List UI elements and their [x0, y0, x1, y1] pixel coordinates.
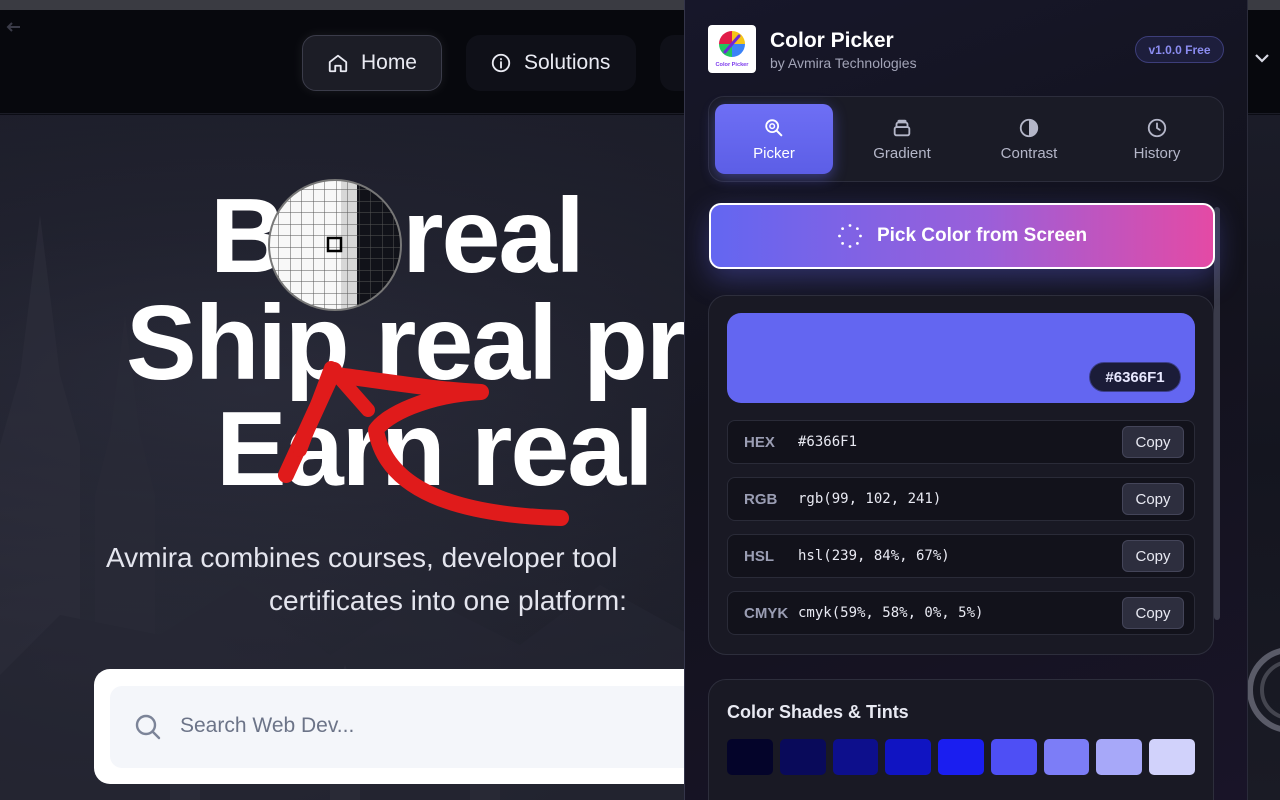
tab-history-label: History: [1133, 144, 1181, 162]
hero-subtitle-line-2: certificates into one platform:: [269, 585, 627, 616]
hex-label: HEX: [744, 433, 775, 451]
copy-hex-button[interactable]: Copy: [1122, 426, 1184, 458]
contrast-icon: [1019, 118, 1039, 137]
version-badge: v1.0.0 Free: [1135, 36, 1224, 63]
shade-swatch[interactable]: [727, 739, 773, 775]
rgb-label: RGB: [744, 490, 778, 508]
decorative-ring: [1247, 648, 1280, 732]
search-placeholder: Search Web Dev...: [180, 714, 355, 737]
shade-swatch[interactable]: [1043, 739, 1090, 775]
tab-history[interactable]: History: [1098, 104, 1216, 174]
shade-swatch[interactable]: [885, 739, 932, 775]
app-subtitle: by Avmira Technologies: [770, 55, 917, 71]
hsl-label: HSL: [744, 547, 774, 565]
hex-value: #6366F1: [798, 434, 858, 450]
hsl-value-row: HSL hsl(239, 84%, 67%) Copy: [727, 534, 1195, 578]
magnifier-loupe: [268, 179, 402, 311]
history-icon: [1147, 118, 1167, 137]
shade-swatch[interactable]: [1149, 739, 1196, 775]
nav-solutions-button[interactable]: Solutions: [466, 35, 636, 91]
nav-home-button[interactable]: Home: [302, 35, 442, 91]
loading-spinner-icon: [838, 224, 862, 248]
shade-swatch[interactable]: [779, 739, 826, 775]
search-icon: [135, 714, 161, 740]
tab-bar: Picker Gradient Contrast History: [708, 96, 1224, 182]
gradient-icon: [893, 119, 911, 136]
tab-contrast-label: Contrast: [1000, 144, 1058, 162]
picker-icon: [765, 118, 783, 136]
chevron-down-icon[interactable]: [1254, 52, 1270, 64]
hex-value-row: HEX #6366F1 Copy: [727, 420, 1195, 464]
tab-picker-label: Picker: [753, 144, 795, 162]
rgb-value: rgb(99, 102, 241): [798, 491, 942, 507]
copy-hsl-button[interactable]: Copy: [1122, 540, 1184, 572]
pick-color-button[interactable]: Pick Color from Screen: [709, 203, 1215, 269]
nav-solutions-label: Solutions: [524, 51, 611, 74]
back-arrow-icon[interactable]: [6, 22, 20, 32]
shade-swatch[interactable]: [832, 739, 879, 775]
hero-subtitle-line-1: Avmira combines courses, developer tool: [106, 542, 618, 573]
home-icon: [328, 54, 348, 73]
scrollbar[interactable]: [1214, 207, 1220, 620]
tab-gradient-label: Gradient: [873, 144, 931, 162]
shade-swatch[interactable]: [938, 739, 984, 775]
nav-home-label: Home: [360, 51, 417, 74]
app-logo: Color Picker: [708, 25, 756, 73]
info-icon: [491, 53, 511, 73]
logo-text: Color Picker: [716, 62, 750, 68]
cmyk-label: CMYK: [744, 604, 789, 622]
palette-icon: Color Picker: [716, 31, 750, 68]
pick-color-label: Pick Color from Screen: [876, 225, 1088, 246]
copy-rgb-button[interactable]: Copy: [1122, 483, 1184, 515]
tab-picker[interactable]: Picker: [715, 104, 833, 174]
rgb-value-row: RGB rgb(99, 102, 241) Copy: [727, 477, 1195, 521]
shades-strip: [727, 739, 1196, 775]
shade-swatch[interactable]: [1096, 739, 1143, 775]
red-arrow-annotation: [278, 361, 569, 526]
tab-contrast[interactable]: Contrast: [970, 104, 1088, 174]
cmyk-value-row: CMYK cmyk(59%, 58%, 0%, 5%) Copy: [727, 591, 1195, 635]
shade-swatch[interactable]: [990, 739, 1037, 775]
cmyk-value: cmyk(59%, 58%, 0%, 5%): [798, 605, 984, 621]
copy-cmyk-button[interactable]: Copy: [1122, 597, 1184, 629]
shades-title: Color Shades & Tints: [727, 702, 909, 722]
tab-gradient[interactable]: Gradient: [843, 104, 961, 174]
swatch-hex-badge: #6366F1: [1089, 362, 1181, 392]
app-title: Color Picker: [770, 29, 894, 52]
color-picker-popup: Color Picker Color Picker by Avmira Tech…: [684, 0, 1248, 800]
hsl-value: hsl(239, 84%, 67%): [798, 548, 950, 564]
